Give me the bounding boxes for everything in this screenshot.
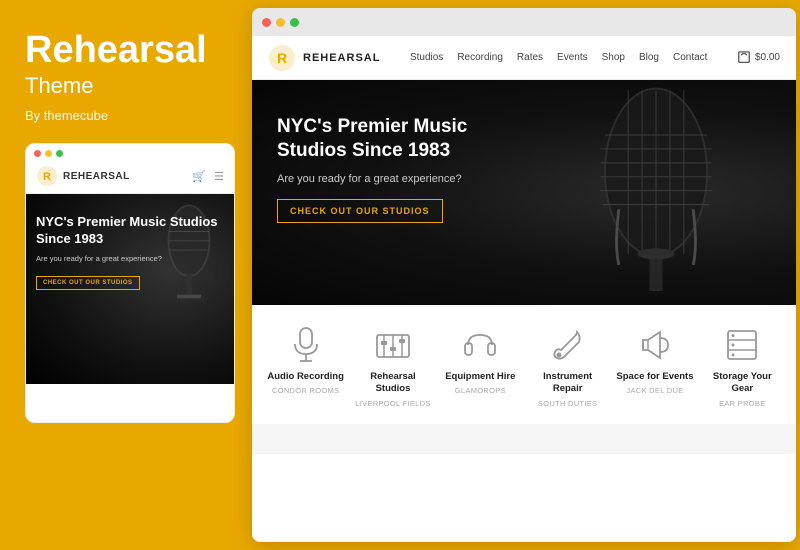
- headphones-icon: [463, 327, 497, 363]
- storage-gear-icon-wrap: [722, 325, 762, 365]
- site-logo-icon: R: [268, 44, 296, 72]
- service-sub-space: JACK DEL DUE: [626, 386, 683, 395]
- megaphone-icon: [638, 328, 672, 362]
- space-events-icon-wrap: [635, 325, 675, 365]
- service-equipment-hire: Equipment Hire GLAMOROPS: [440, 325, 520, 395]
- rehearsal-studios-icon-wrap: [373, 325, 413, 365]
- theme-title-block: Rehearsal Theme By themecube: [25, 30, 228, 123]
- mobile-dot-green: [56, 150, 63, 157]
- service-name-storage: Storage Your Gear: [702, 371, 782, 396]
- hero-title: NYC's Premier Music Studios Since 1983: [277, 115, 497, 163]
- mobile-hero-sub: Are you ready for a great experience?: [36, 254, 234, 263]
- cart-total: $0.00: [755, 52, 780, 63]
- mobile-hero-title: NYC's Premier Music Studios Since 1983: [36, 214, 234, 248]
- mobile-hero: NYC's Premier Music Studios Since 1983 A…: [26, 194, 234, 384]
- hero-cta-button[interactable]: CHECK OUT OUR STUDIOS: [277, 199, 443, 223]
- nav-studios[interactable]: Studios: [410, 52, 443, 63]
- theme-title: Rehearsal: [25, 30, 228, 72]
- service-sub-equipment: GLAMOROPS: [455, 386, 506, 395]
- equipment-hire-icon-wrap: [460, 325, 500, 365]
- browser-panel: R REHEARSAL Studios Recording Rates Even…: [252, 8, 796, 542]
- mobile-logo-area: R REHEARSAL: [36, 165, 130, 187]
- nav-blog[interactable]: Blog: [639, 52, 659, 63]
- nav-events[interactable]: Events: [557, 52, 588, 63]
- mobile-logo-text: REHEARSAL: [63, 171, 130, 182]
- service-name-rehearsal: Rehearsal Studios: [353, 371, 433, 396]
- nav-contact[interactable]: Contact: [673, 52, 707, 63]
- service-sub-storage: EAR PROBE: [719, 399, 765, 408]
- nav-recording[interactable]: Recording: [457, 52, 503, 63]
- bottom-strip: [252, 424, 796, 454]
- svg-text:R: R: [43, 171, 51, 183]
- service-sub-rehearsal: LIVERPOOL FIELDS: [355, 399, 430, 408]
- mobile-cart-icon[interactable]: 🛒: [192, 170, 206, 183]
- service-name-space: Space for Events: [616, 371, 693, 383]
- service-audio-recording: Audio Recording CONDOR ROOMS: [266, 325, 346, 395]
- mobile-logo-icon: R: [36, 165, 58, 187]
- mobile-navbar: R REHEARSAL 🛒 ☰: [26, 161, 234, 194]
- mobile-hero-text: NYC's Premier Music Studios Since 1983 A…: [36, 214, 234, 290]
- mobile-dot-red: [34, 150, 41, 157]
- theme-by: By themecube: [25, 108, 228, 123]
- mobile-menu-icon[interactable]: ☰: [214, 170, 224, 183]
- site-navbar: R REHEARSAL Studios Recording Rates Even…: [252, 36, 796, 80]
- browser-titlebar: [252, 8, 796, 36]
- left-panel: Rehearsal Theme By themecube R REHEARSAL…: [0, 0, 248, 550]
- site-logo-area: R REHEARSAL: [268, 44, 380, 72]
- site-cart[interactable]: $0.00: [737, 51, 780, 65]
- cart-icon: [737, 51, 751, 65]
- service-rehearsal-studios: Rehearsal Studios LIVERPOOL FIELDS: [353, 325, 433, 408]
- service-storage-gear: Storage Your Gear EAR PROBE: [702, 325, 782, 408]
- storage-icon: [725, 328, 759, 362]
- browser-dot-green[interactable]: [290, 18, 299, 27]
- service-space-events: Space for Events JACK DEL DUE: [615, 325, 695, 395]
- browser-dot-red[interactable]: [262, 18, 271, 27]
- service-instrument-repair: Instrument Repair SOUTH DUTIES: [528, 325, 608, 408]
- mic-icon: [290, 326, 322, 364]
- audio-recording-icon-wrap: [286, 325, 326, 365]
- sliders-icon: [375, 327, 411, 363]
- site-logo-text: REHEARSAL: [303, 52, 380, 64]
- wrench-icon: [551, 328, 585, 362]
- service-name-instrument: Instrument Repair: [528, 371, 608, 396]
- nav-shop[interactable]: Shop: [602, 52, 625, 63]
- browser-dot-yellow[interactable]: [276, 18, 285, 27]
- hero-subtitle: Are you ready for a great experience?: [277, 173, 497, 185]
- svg-text:R: R: [277, 50, 287, 66]
- hero-content: NYC's Premier Music Studios Since 1983 A…: [277, 115, 497, 223]
- theme-subtitle: Theme: [25, 72, 228, 101]
- site-nav: Studios Recording Rates Events Shop Blog…: [410, 52, 708, 63]
- mobile-nav-icons: 🛒 ☰: [192, 170, 224, 183]
- instrument-repair-icon-wrap: [548, 325, 588, 365]
- nav-rates[interactable]: Rates: [517, 52, 543, 63]
- mobile-traffic-lights: [26, 144, 234, 161]
- site-hero: NYC's Premier Music Studios Since 1983 A…: [252, 80, 796, 305]
- mobile-dot-yellow: [45, 150, 52, 157]
- mobile-cta-button[interactable]: CHECK OUT OUR STUDIOS: [36, 276, 140, 290]
- service-sub-instrument: SOUTH DUTIES: [538, 399, 597, 408]
- services-section: Audio Recording CONDOR ROOMS Rehearsal S…: [252, 305, 796, 424]
- service-name-equipment: Equipment Hire: [445, 371, 515, 383]
- hero-mic-graphic: [546, 80, 766, 305]
- mobile-preview: R REHEARSAL 🛒 ☰ NYC's Premier: [25, 143, 235, 423]
- service-sub-audio: CONDOR ROOMS: [272, 386, 339, 395]
- service-name-audio: Audio Recording: [267, 371, 344, 383]
